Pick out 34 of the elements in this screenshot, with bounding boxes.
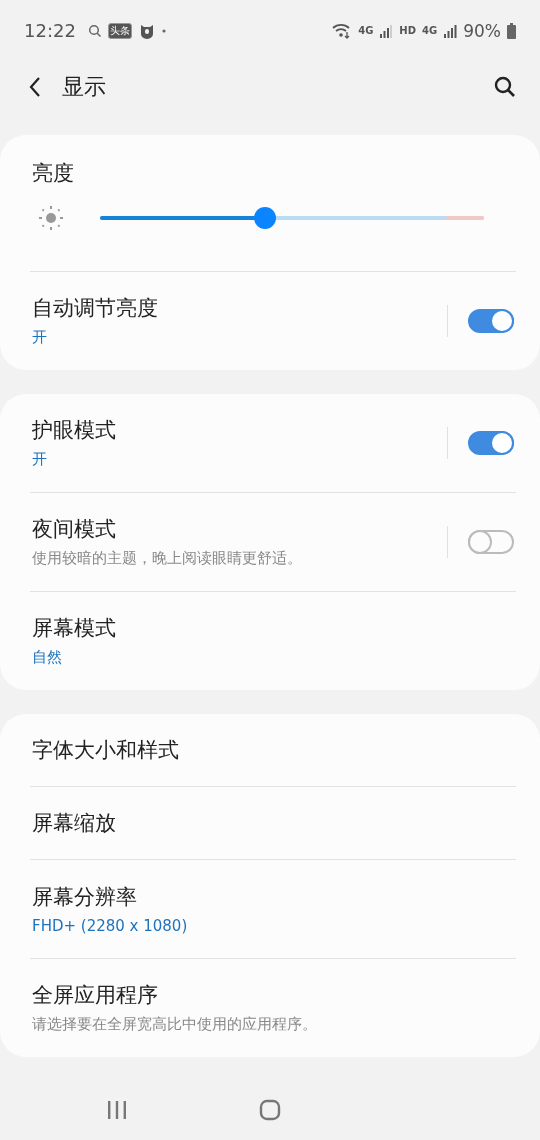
toggle-switch[interactable] [468,529,514,554]
network-type-label: 4G [358,25,374,36]
setting-title[interactable]: 屏幕缩放 [32,808,514,837]
setting-title[interactable]: 护眼模式 [32,416,447,445]
network-type-label: 4G [422,25,438,36]
battery-icon [507,22,516,39]
page-title: 显示 [62,72,106,101]
setting-title: 亮度 [32,159,75,187]
dot-icon [161,28,166,33]
setting-value: 自然 [32,648,63,668]
slider-thumb[interactable] [254,206,277,229]
hd-label: HD [399,25,417,36]
signal-icon [443,23,458,38]
status-time: 12:22 [24,20,76,41]
setting-title[interactable]: 屏幕模式 [32,614,514,643]
battery-percent: 90% [463,20,501,41]
app-notification-badge: 头条 [107,22,132,39]
toggle-switch[interactable] [468,308,514,333]
setting-value: FHD+ (2280 x 1080) [32,916,189,935]
setting-title[interactable]: 夜间模式 [32,515,447,544]
home-icon[interactable] [259,1099,281,1122]
setting-description: 请选择要在全屏宽高比中使用的应用程序。 [32,1015,318,1035]
setting-title[interactable]: 全屏应用程序 [32,981,514,1010]
setting-value: 开 [32,450,48,470]
setting-description: 使用较暗的主题，晚上阅读眼睛更舒适。 [32,549,303,569]
brightness-slider[interactable] [100,205,484,230]
signal-icon [379,23,394,38]
search-icon [87,23,102,38]
setting-title[interactable]: 字体大小和样式 [32,735,514,764]
toggle-switch[interactable] [468,430,514,455]
setting-title[interactable]: 自动调节亮度 [32,294,447,323]
setting-value: 开 [32,328,48,348]
setting-title[interactable]: 屏幕分辨率 [32,882,514,911]
recent-apps-icon[interactable] [105,1100,128,1121]
